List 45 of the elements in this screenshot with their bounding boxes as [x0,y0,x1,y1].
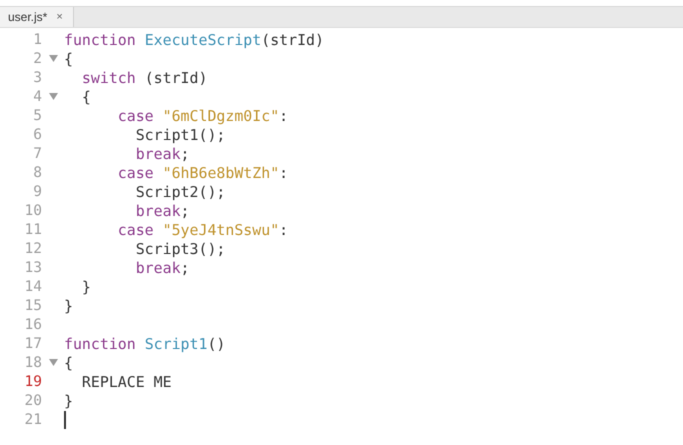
code-line: Script1(); [134,126,226,144]
line-number: 11 [24,222,42,238]
line-number: 4 [32,88,42,104]
line-number: 10 [24,202,42,218]
fold-arrow-icon[interactable] [48,359,58,366]
file-tab[interactable]: user.js* × [0,7,74,27]
code-line: break; [134,258,190,276]
line-number: 16 [24,316,42,332]
line-number: 9 [32,184,42,200]
code-line: case "6mClDgzm0Ic": [116,106,288,124]
line-number: 8 [32,164,42,180]
line-number: 21 [24,412,42,428]
line-number: 14 [24,278,42,294]
line-number: 1 [32,32,42,48]
line-number: 18 [24,354,42,370]
line-number: 5 [32,108,42,124]
fold-arrow-icon[interactable] [48,55,58,62]
line-number: 12 [24,240,42,256]
line-number: 6 [32,126,42,142]
close-button[interactable]: × [56,11,63,23]
line-number: 3 [32,70,42,86]
line-number: 17 [24,336,42,352]
code-line: switch (strId) [80,68,208,86]
code-line: function Script1() [64,334,226,352]
code-line: { [80,88,91,106]
line-number: 20 [24,392,42,408]
line-number: 7 [32,146,42,162]
line-number: 13 [24,260,42,276]
code-line: case "6hB6e8bWtZh": [116,164,288,182]
code-line: { [64,354,73,372]
code-line: break; [134,202,190,220]
code-line: REPLACE ME [80,372,172,390]
code-line: Script3(); [134,240,226,258]
line-number: 2 [32,50,42,66]
line-number: 15 [24,298,42,314]
code-line: Script2(); [134,182,226,200]
code-line: break; [134,144,190,162]
code-line: case "5yeJ4tnSswu": [116,220,288,238]
line-number: 19 [24,374,42,390]
code-line: } [64,392,73,410]
code-line: function ExecuteScript(strId) [64,30,324,48]
code-line: } [80,278,91,296]
fold-arrow-icon[interactable] [48,93,58,100]
code-line: } [64,296,73,314]
code-line: { [64,50,73,68]
